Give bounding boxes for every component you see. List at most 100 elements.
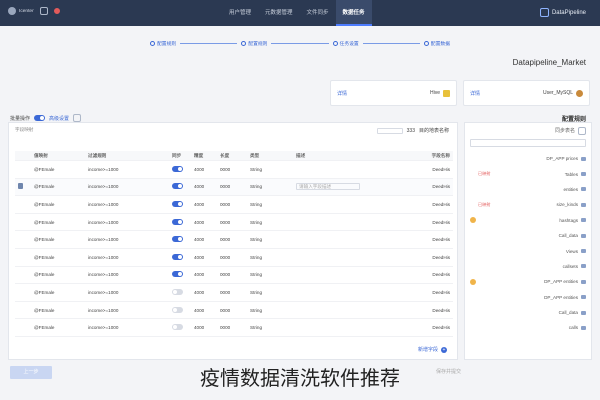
- tree-item[interactable]: 已映射 Tables: [470, 166, 586, 181]
- cell-sync[interactable]: [169, 324, 191, 331]
- cell-length[interactable]: 0000: [217, 184, 247, 189]
- table-row[interactable]: @FEmale income>=1000 4000 0000 String DeedHis: [15, 267, 453, 285]
- advanced-settings-link[interactable]: 高级设置: [49, 115, 69, 122]
- cell-sync[interactable]: [169, 183, 191, 190]
- cell-length[interactable]: 0000: [217, 272, 247, 277]
- cell-precision[interactable]: 4000: [191, 272, 217, 277]
- cell-filter[interactable]: income>=1000: [85, 184, 169, 189]
- cell-sync[interactable]: [169, 288, 191, 296]
- brand-logo[interactable]: DataPipeline: [539, 8, 586, 17]
- tree-item[interactable]: Call_data: [470, 305, 586, 320]
- cell-length[interactable]: 0000: [217, 290, 247, 295]
- sync-toggle[interactable]: [172, 253, 183, 260]
- tree-item[interactable]: DP_APP entities: [470, 274, 586, 289]
- cell-filter[interactable]: income>=1000: [85, 255, 169, 260]
- cell-type[interactable]: String: [247, 255, 293, 260]
- tree-item[interactable]: entities: [470, 182, 586, 197]
- cell-length[interactable]: 0000: [217, 255, 247, 260]
- grid-icon[interactable]: [39, 7, 48, 15]
- table-row[interactable]: @FEmale income>=1000 4000 0000 String DeedHis: [15, 249, 453, 267]
- tree-item[interactable]: 已映射 size_kinds: [470, 197, 586, 212]
- cell-sync[interactable]: [169, 218, 191, 226]
- cell-sync[interactable]: [169, 165, 191, 173]
- tree-filter-icon[interactable]: [578, 127, 586, 135]
- cell-precision[interactable]: 4000: [191, 290, 217, 295]
- cell-precision[interactable]: 4000: [191, 237, 217, 242]
- cell-value-mapping[interactable]: @FEmale: [31, 325, 85, 330]
- cell-description[interactable]: 请输入字段描述: [293, 183, 363, 191]
- cell-value-mapping[interactable]: @FEmale: [31, 184, 85, 189]
- table-row[interactable]: @FEmale income>=1000 4000 0000 String DeedHis: [15, 302, 453, 320]
- batch-toggle[interactable]: [34, 115, 46, 121]
- cell-filter[interactable]: income>=1000: [85, 272, 169, 277]
- cell-field-name[interactable]: DeedHis: [363, 290, 453, 295]
- cell-length[interactable]: 0000: [217, 220, 247, 225]
- cell-field-name[interactable]: DeedHis: [363, 184, 453, 189]
- table-row[interactable]: @FEmale income>=1000 4000 0000 String 请输入字段描述…: [15, 178, 453, 197]
- cell-value-mapping[interactable]: @FEmale: [31, 272, 85, 277]
- cell-value-mapping[interactable]: @FEmale: [31, 202, 85, 207]
- cell-value-mapping[interactable]: @FEmale: [31, 255, 85, 260]
- cell-sync[interactable]: [169, 253, 191, 261]
- cell-precision[interactable]: 4000: [191, 220, 217, 225]
- sync-toggle[interactable]: [172, 306, 183, 313]
- cell-value-mapping[interactable]: @FEmale: [31, 167, 85, 172]
- cell-field-name[interactable]: DeedHis: [363, 237, 453, 242]
- user-menu[interactable]: Icenter: [8, 7, 34, 15]
- table-row[interactable]: @FEmale income>=1000 4000 0000 String DeedHis: [15, 319, 453, 337]
- table-row[interactable]: @FEmale income>=1000 4000 0000 String DeedHis: [15, 284, 453, 302]
- cell-sync[interactable]: [169, 236, 191, 243]
- trash-icon[interactable]: [18, 183, 23, 190]
- source-card-hive[interactable]: 详情 Hive: [330, 80, 457, 106]
- step-2[interactable]: 任务设置: [332, 40, 359, 47]
- nav-users[interactable]: 用户管理: [222, 0, 258, 26]
- nav-data-tasks[interactable]: 数据任务: [335, 0, 372, 26]
- description-input[interactable]: 请输入字段描述: [296, 183, 360, 191]
- step-1[interactable]: 配置数据: [423, 40, 450, 47]
- tree-item[interactable]: hashtags: [470, 213, 586, 228]
- cell-field-name[interactable]: DeedHis: [363, 167, 453, 172]
- cell-precision[interactable]: 4000: [191, 255, 217, 260]
- cell-field-name[interactable]: DeedHis: [363, 308, 453, 313]
- sync-toggle[interactable]: [172, 236, 183, 243]
- cell-field-name[interactable]: DeedHis: [363, 255, 453, 260]
- cell-value-mapping[interactable]: @FEmale: [31, 237, 85, 242]
- tree-item[interactable]: DP_APP entities: [470, 290, 586, 305]
- cell-filter[interactable]: income>=1000: [85, 290, 169, 295]
- cell-precision[interactable]: 4000: [191, 184, 217, 189]
- cell-precision[interactable]: 4000: [191, 325, 217, 330]
- table-row[interactable]: @FEmale income>=1000 4000 0000 String DeedHis: [15, 161, 453, 179]
- cell-length[interactable]: 0000: [217, 167, 247, 172]
- row-actions[interactable]: [15, 183, 31, 190]
- cell-type[interactable]: String: [247, 184, 293, 189]
- cell-type[interactable]: String: [247, 167, 293, 172]
- sync-toggle[interactable]: [172, 324, 183, 331]
- cell-precision[interactable]: 4000: [191, 167, 217, 172]
- sync-toggle[interactable]: [172, 271, 183, 278]
- sync-toggle[interactable]: [172, 183, 183, 190]
- cell-value-mapping[interactable]: @FEmale: [31, 290, 85, 295]
- cell-filter[interactable]: income>=1000: [85, 220, 169, 225]
- cell-type[interactable]: String: [247, 308, 293, 313]
- tree-item[interactable]: callsets: [470, 259, 586, 274]
- cell-precision[interactable]: 4000: [191, 202, 217, 207]
- cell-length[interactable]: 0000: [217, 325, 247, 330]
- cell-type[interactable]: String: [247, 202, 293, 207]
- cell-value-mapping[interactable]: @FEmale: [31, 308, 85, 313]
- cell-type[interactable]: String: [247, 325, 293, 330]
- add-field-button[interactable]: 新增字段 +: [418, 346, 447, 353]
- cell-filter[interactable]: income>=1000: [85, 308, 169, 313]
- gear-icon[interactable]: [73, 114, 82, 122]
- cell-filter[interactable]: income>=1000: [85, 202, 169, 207]
- cell-type[interactable]: String: [247, 272, 293, 277]
- details-link[interactable]: 详情: [470, 90, 480, 97]
- cell-length[interactable]: 0000: [217, 202, 247, 207]
- cell-field-name[interactable]: DeedHis: [363, 220, 453, 225]
- cell-type[interactable]: String: [247, 220, 293, 225]
- cell-length[interactable]: 0000: [217, 308, 247, 313]
- tree-item[interactable]: DP_APP prices: [470, 151, 586, 166]
- sync-toggle[interactable]: [172, 165, 183, 172]
- cell-field-name[interactable]: DeedHis: [363, 202, 453, 207]
- tree-search-input[interactable]: [470, 139, 586, 147]
- cell-filter[interactable]: income>=1000: [85, 237, 169, 242]
